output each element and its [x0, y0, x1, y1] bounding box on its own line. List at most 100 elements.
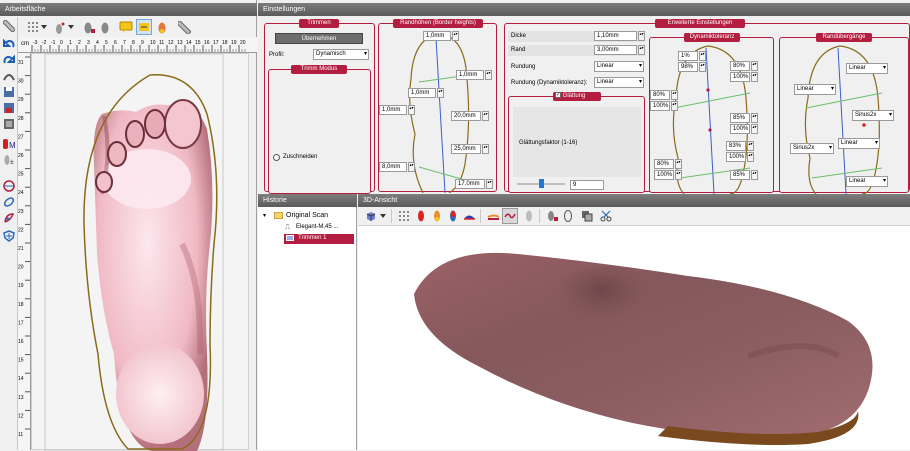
- height-field[interactable]: 1,0mm: [379, 105, 407, 115]
- foot-orange-icon[interactable]: [430, 209, 444, 223]
- foot-scan-icon[interactable]: [545, 209, 559, 223]
- comment-icon[interactable]: [118, 19, 134, 35]
- height-field[interactable]: 8,0mm: [379, 162, 407, 172]
- history-item[interactable]: Original Scan: [286, 212, 328, 219]
- height-spinner[interactable]: ▴▾: [437, 88, 444, 98]
- tolerance-field[interactable]: 100%: [654, 170, 674, 180]
- height-spinner[interactable]: ▴▾: [408, 105, 415, 115]
- transition-select[interactable]: Linear ▾: [846, 63, 888, 74]
- tolerance-spinner[interactable]: ▴▾: [747, 141, 754, 151]
- foot-gray-icon[interactable]: [522, 209, 536, 223]
- tolerance-field[interactable]: 100%: [730, 72, 750, 82]
- tolerance-spinner[interactable]: ▴▾: [699, 62, 706, 72]
- transition-select[interactable]: Linear ▾: [838, 138, 880, 149]
- foot-canvas[interactable]: [31, 53, 249, 451]
- height-field[interactable]: 1,0mm: [423, 31, 451, 41]
- tolerance-field[interactable]: 98%: [678, 62, 698, 72]
- tolerance-spinner[interactable]: ▴▾: [747, 152, 754, 162]
- save-as-icon[interactable]: [2, 101, 16, 115]
- wave-icon[interactable]: [502, 208, 518, 224]
- tolerance-spinner[interactable]: ▴▾: [675, 159, 682, 169]
- foot-color-icon[interactable]: [155, 20, 169, 34]
- tolerance-field[interactable]: 80%: [650, 90, 670, 100]
- scissors-icon[interactable]: [599, 209, 613, 223]
- insole-side-icon[interactable]: [486, 209, 500, 223]
- tolerance-spinner[interactable]: ▴▾: [751, 170, 758, 180]
- tolerance-field[interactable]: 80%: [730, 61, 750, 71]
- history-item[interactable]: Trimmen 1: [298, 235, 326, 241]
- profile-select[interactable]: Dynamisch ▾: [313, 49, 369, 60]
- transition-select[interactable]: Sinus2x ▾: [790, 143, 834, 154]
- tolerance-spinner[interactable]: ▴▾: [699, 51, 706, 61]
- height-spinner[interactable]: ▴▾: [482, 144, 489, 154]
- height-spinner[interactable]: ▴▾: [486, 179, 493, 189]
- rundung-dyn-select[interactable]: Linear ▾: [594, 77, 644, 88]
- foot-scan-icon[interactable]: [82, 20, 96, 34]
- tolerance-field[interactable]: 85%: [730, 113, 750, 123]
- redo-icon[interactable]: [2, 53, 16, 67]
- shield-icon[interactable]: [2, 229, 16, 243]
- smoothing-slider-thumb[interactable]: [539, 179, 544, 188]
- save-icon[interactable]: [2, 85, 16, 99]
- insole-3d-model[interactable]: [358, 226, 910, 450]
- insole-blue-icon[interactable]: [462, 209, 476, 223]
- foot-pair-icon[interactable]: ±: [2, 153, 16, 167]
- chevron-down-icon[interactable]: [40, 20, 48, 34]
- tolerance-spinner[interactable]: ▴▾: [751, 124, 758, 134]
- height-field[interactable]: 17,0mm: [455, 179, 485, 189]
- ruler-icon[interactable]: [2, 19, 16, 33]
- tolerance-spinner[interactable]: ▴▾: [671, 90, 678, 100]
- tolerance-spinner[interactable]: ▴▾: [671, 101, 678, 111]
- footprint-add-icon[interactable]: [53, 20, 67, 34]
- height-spinner[interactable]: ▴▾: [485, 70, 492, 80]
- tolerance-field[interactable]: 100%: [650, 101, 670, 111]
- height-field[interactable]: 25,0mm: [451, 144, 481, 154]
- tolerance-field[interactable]: 85%: [730, 170, 750, 180]
- smoothing-value[interactable]: 9: [570, 180, 604, 190]
- foot-outline-icon[interactable]: [561, 209, 575, 223]
- tolerance-spinner[interactable]: ▴▾: [751, 72, 758, 82]
- apply-button[interactable]: Übernehmen: [275, 33, 363, 44]
- dicke-field[interactable]: 1,10mm: [594, 31, 637, 41]
- layers-icon[interactable]: [580, 209, 594, 223]
- smoothing-checkbox[interactable]: ✓: [555, 92, 561, 99]
- chevron-down-icon[interactable]: [67, 20, 75, 34]
- transition-select[interactable]: Sinus2x ▾: [852, 110, 894, 121]
- tree-expand-icon[interactable]: ▾: [263, 212, 266, 219]
- undo-icon[interactable]: [2, 37, 16, 51]
- grid-icon[interactable]: [397, 209, 411, 223]
- cube-icon[interactable]: [364, 209, 378, 223]
- tolerance-spinner[interactable]: ▴▾: [675, 170, 682, 180]
- rundung-select[interactable]: Linear ▾: [594, 61, 644, 72]
- transition-select[interactable]: Linear ▾: [846, 176, 888, 187]
- rand-spinner[interactable]: ▴▾: [638, 45, 645, 55]
- dicke-spinner[interactable]: ▴▾: [638, 31, 645, 41]
- height-spinner[interactable]: ▴▾: [452, 31, 459, 41]
- tolerance-field[interactable]: 1%: [678, 51, 698, 61]
- tolerance-spinner[interactable]: ▴▾: [751, 61, 758, 71]
- tolerance-field[interactable]: 80%: [654, 159, 674, 169]
- export-icon[interactable]: [2, 117, 16, 131]
- history-item[interactable]: Elegant-M,45 ...: [296, 224, 338, 230]
- tolerance-field[interactable]: 83%: [726, 141, 746, 151]
- insole-outline-icon[interactable]: [2, 195, 16, 209]
- cut-radio[interactable]: [273, 154, 280, 161]
- tolerance-field[interactable]: 100%: [730, 124, 750, 134]
- tolerance-spinner[interactable]: ▴▾: [751, 113, 758, 123]
- height-field[interactable]: 1,0mm: [456, 70, 484, 80]
- grid-icon[interactable]: [26, 20, 40, 34]
- measure-overlay-icon[interactable]: [136, 19, 152, 35]
- arc-icon[interactable]: [2, 69, 16, 83]
- chevron-down-icon[interactable]: [379, 209, 387, 223]
- height-field[interactable]: 1,0mm: [408, 88, 436, 98]
- height-field[interactable]: 20,0mm: [451, 111, 481, 121]
- height-spinner[interactable]: ▴▾: [408, 162, 415, 172]
- foot-red-icon[interactable]: [414, 209, 428, 223]
- tolerance-field[interactable]: 100%: [726, 152, 746, 162]
- foot-icon[interactable]: [98, 20, 112, 34]
- target-icon[interactable]: [2, 179, 16, 193]
- transition-select[interactable]: Linear ▾: [794, 84, 836, 95]
- ruler-icon[interactable]: [177, 20, 191, 34]
- height-spinner[interactable]: ▴▾: [482, 111, 489, 121]
- foot-multicolor-icon[interactable]: [446, 209, 460, 223]
